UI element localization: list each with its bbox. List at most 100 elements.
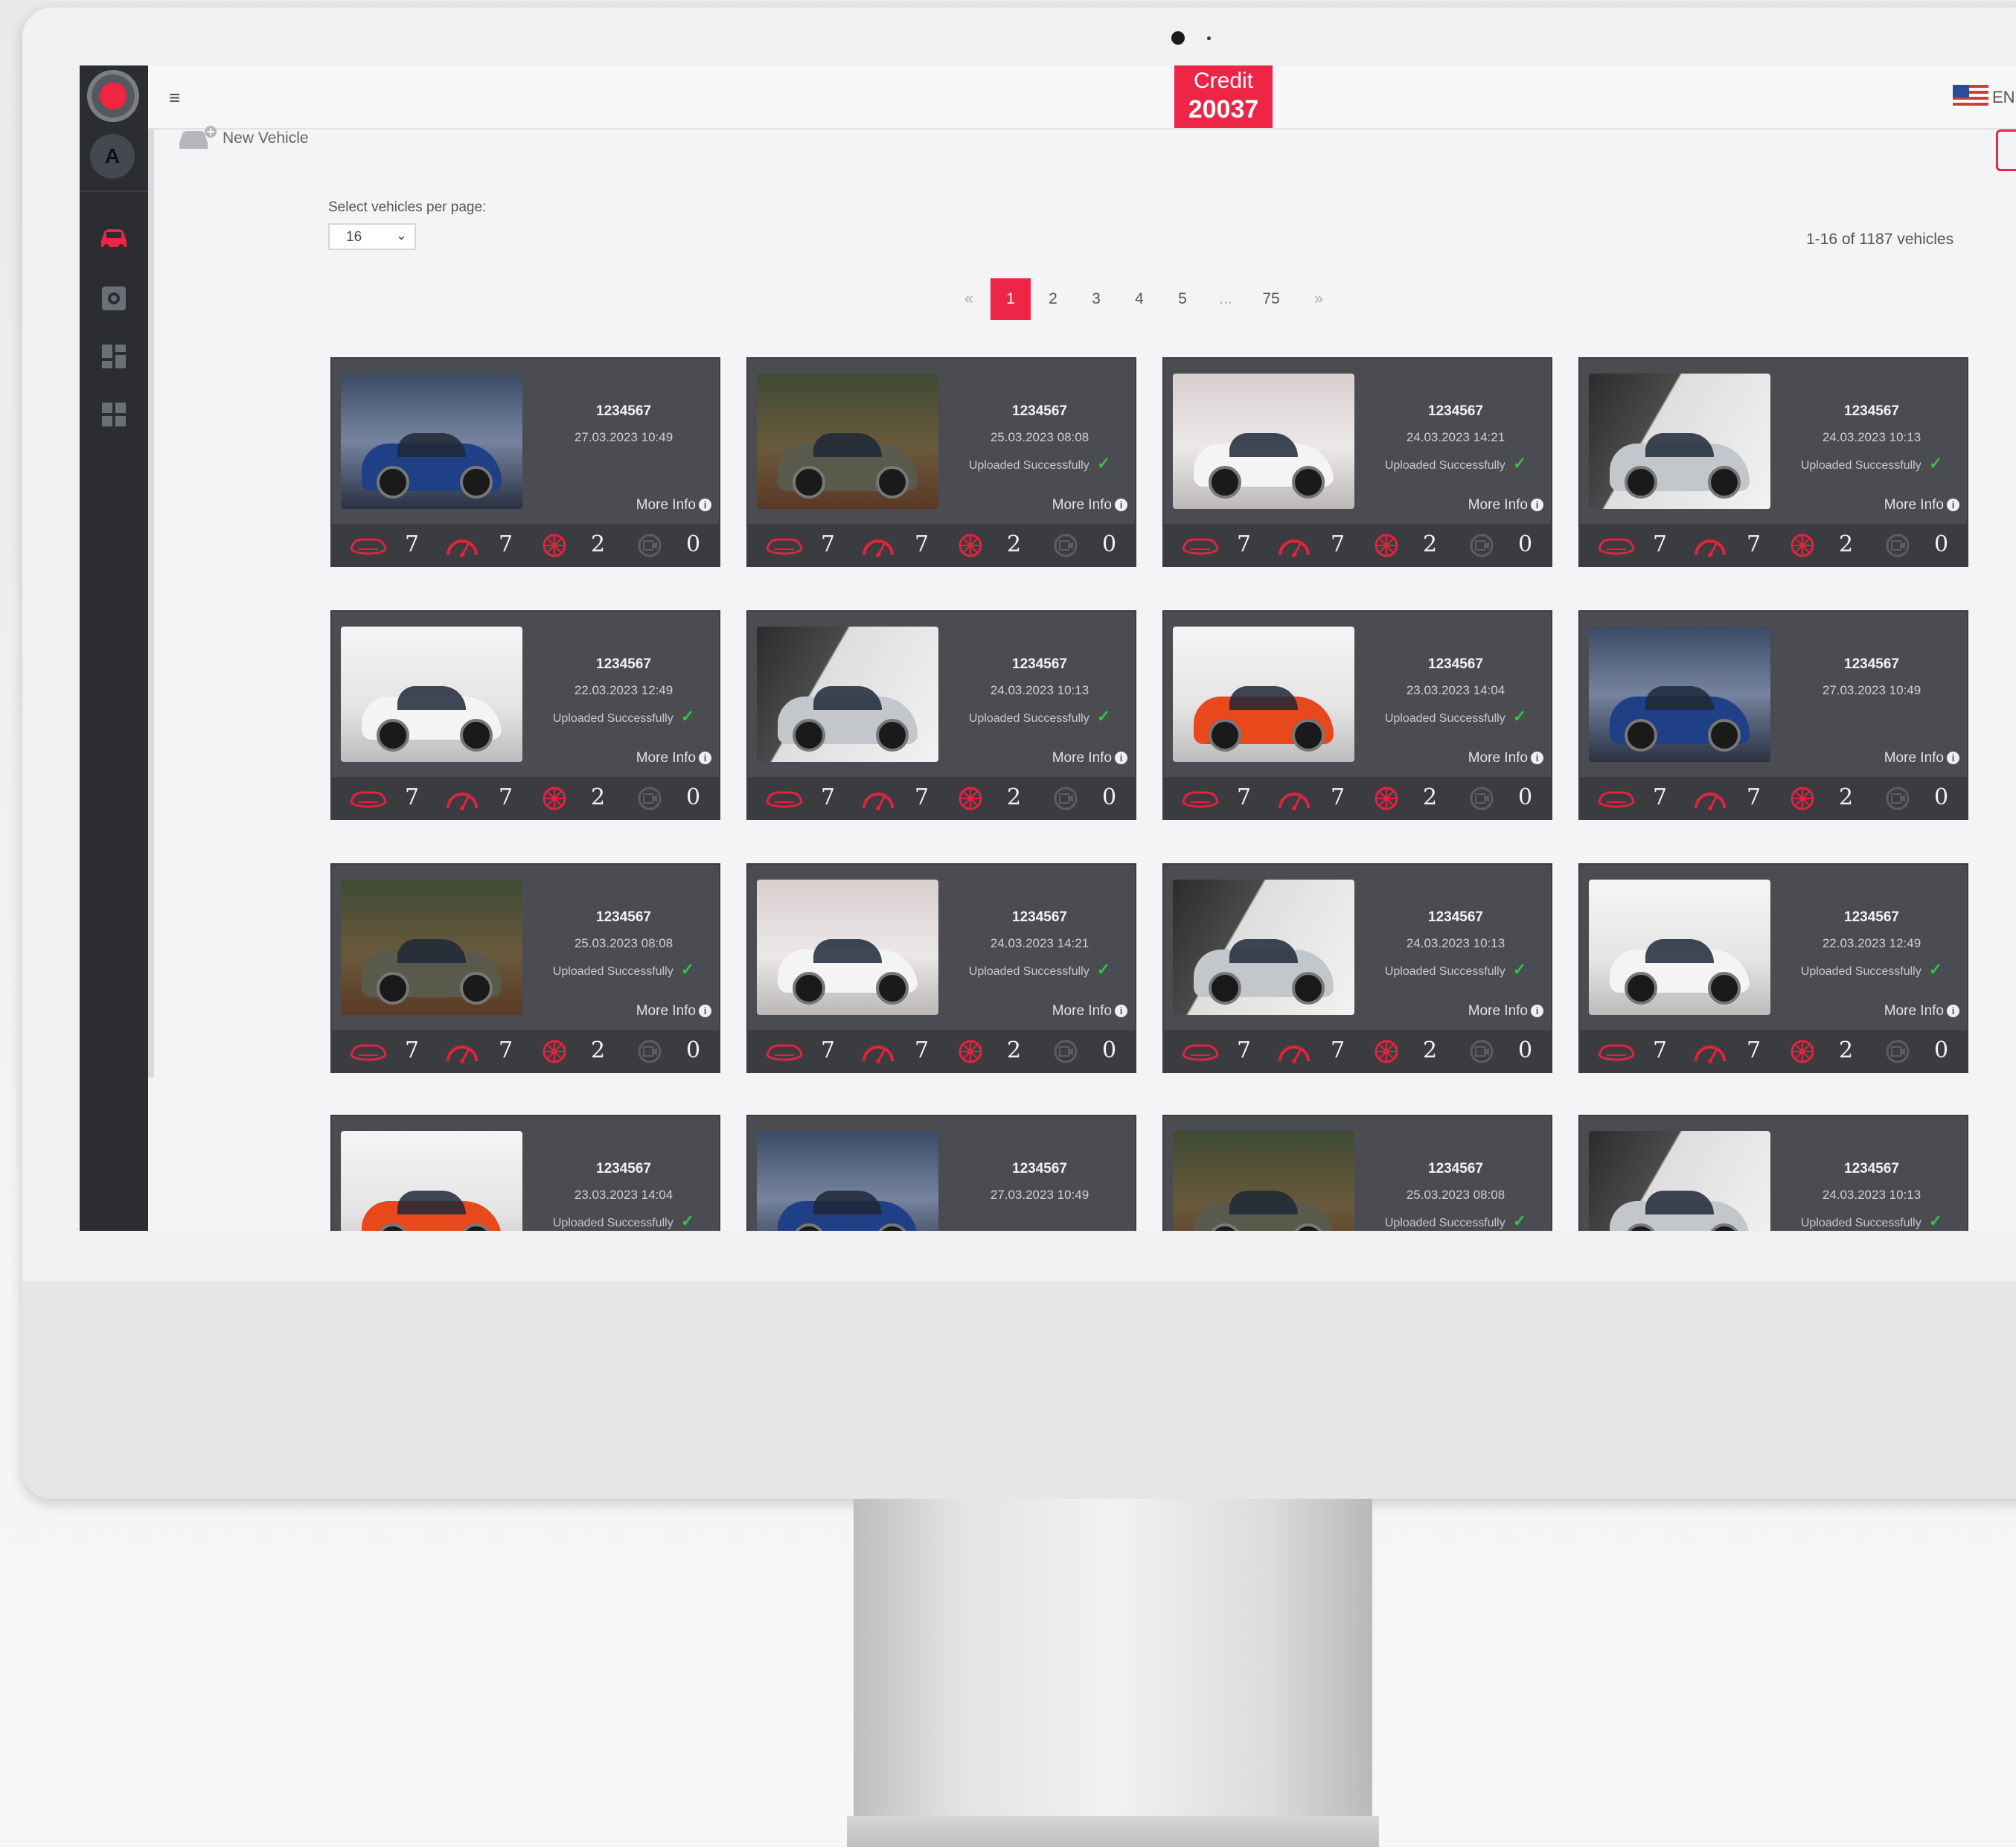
menu-toggle-icon[interactable]: ≡ xyxy=(169,86,180,109)
camera-icon[interactable] xyxy=(1046,533,1086,558)
more-info-link[interactable]: More Info i xyxy=(1052,1003,1127,1019)
camera-icon[interactable] xyxy=(1462,1039,1502,1064)
more-info-link[interactable]: More Info i xyxy=(1468,750,1543,766)
vehicle-card[interactable]: 1234567 25.03.2023 08:08 Uploaded Successf… xyxy=(330,863,720,1073)
wheel-icon[interactable] xyxy=(950,1039,991,1064)
car-damage-icon[interactable] xyxy=(348,786,388,811)
vehicle-photo[interactable] xyxy=(757,880,938,1015)
vehicle-photo[interactable] xyxy=(757,1131,938,1231)
wheel-icon[interactable] xyxy=(1782,1039,1823,1064)
camera-icon[interactable] xyxy=(1878,533,1918,558)
speedometer-icon[interactable] xyxy=(1690,1039,1730,1064)
camera-icon[interactable] xyxy=(1046,786,1086,811)
wheel-icon[interactable] xyxy=(1366,1039,1407,1064)
vehicle-card[interactable]: 1234567 24.03.2023 10:13 Uploaded Successf… xyxy=(1578,357,1968,567)
wheel-icon[interactable] xyxy=(534,786,575,811)
vehicle-photo[interactable] xyxy=(757,627,938,762)
vehicle-card[interactable]: 1234567 27.03.2023 10:49 xyxy=(746,1115,1136,1231)
vehicle-photo[interactable] xyxy=(1589,1131,1770,1231)
more-info-link[interactable]: More Info i xyxy=(636,1003,711,1019)
speedometer-icon[interactable] xyxy=(442,786,482,811)
us-flag-icon[interactable] xyxy=(1953,85,1988,109)
vehicle-card[interactable]: 1234567 24.03.2023 10:13 Uploaded Successf… xyxy=(746,610,1136,820)
per-page-select[interactable]: 16 ⌄ xyxy=(328,223,416,250)
vehicle-photo[interactable] xyxy=(1173,374,1354,509)
car-damage-icon[interactable] xyxy=(764,533,804,558)
speedometer-icon[interactable] xyxy=(1274,786,1314,811)
more-info-link[interactable]: More Info i xyxy=(1468,1003,1543,1019)
pagination-page[interactable]: 1 xyxy=(991,278,1031,320)
camera-icon[interactable] xyxy=(1878,1039,1918,1064)
car-damage-icon[interactable] xyxy=(1596,1039,1636,1064)
vehicle-card[interactable]: 1234567 24.03.2023 10:13 Uploaded Successf… xyxy=(1162,863,1552,1073)
vehicle-photo[interactable] xyxy=(1589,880,1770,1015)
vehicle-card[interactable]: 1234567 27.03.2023 10:49 More Info i 7 7 2 0 xyxy=(1578,610,1968,820)
speedometer-icon[interactable] xyxy=(1274,533,1314,558)
car-damage-icon[interactable] xyxy=(1596,786,1636,811)
speedometer-icon[interactable] xyxy=(442,1039,482,1064)
vehicle-card[interactable]: 1234567 24.03.2023 14:21 Uploaded Successf… xyxy=(746,863,1136,1073)
more-info-link[interactable]: More Info i xyxy=(1468,497,1543,513)
car-damage-icon[interactable] xyxy=(764,1039,804,1064)
vehicle-card[interactable]: 1234567 25.03.2023 08:08 Uploaded Successf… xyxy=(746,357,1136,567)
vehicle-card[interactable]: 1234567 22.03.2023 12:49 Uploaded Successf… xyxy=(1578,863,1968,1073)
vehicle-card[interactable]: 1234567 24.03.2023 14:21 Uploaded Successf… xyxy=(1162,357,1552,567)
car-damage-icon[interactable] xyxy=(764,786,804,811)
car-damage-icon[interactable] xyxy=(1180,786,1220,811)
wheel-icon[interactable] xyxy=(1782,786,1823,811)
edge-action-button[interactable] xyxy=(1996,129,2016,171)
pagination-page[interactable]: 75 xyxy=(1254,278,1288,320)
pagination-page[interactable]: 5 xyxy=(1169,278,1196,320)
widgets-icon[interactable] xyxy=(97,397,131,432)
more-info-link[interactable]: More Info i xyxy=(1052,750,1127,766)
speedometer-icon[interactable] xyxy=(858,533,898,558)
car-damage-icon[interactable] xyxy=(1596,533,1636,558)
car-damage-icon[interactable] xyxy=(348,1039,388,1064)
vehicle-photo[interactable] xyxy=(1173,627,1354,762)
vehicle-photo[interactable] xyxy=(341,880,522,1015)
car-damage-icon[interactable] xyxy=(1180,533,1220,558)
app-logo[interactable] xyxy=(87,70,139,122)
settings-icon[interactable] xyxy=(97,281,131,316)
wheel-icon[interactable] xyxy=(1366,533,1407,558)
more-info-link[interactable]: More Info i xyxy=(636,750,711,766)
camera-icon[interactable] xyxy=(630,786,670,811)
more-info-link[interactable]: More Info i xyxy=(1884,497,1959,513)
car-damage-icon[interactable] xyxy=(348,533,388,558)
more-info-link[interactable]: More Info i xyxy=(1052,497,1127,513)
vehicle-card[interactable]: 1234567 25.03.2023 08:08 Uploaded Successf… xyxy=(1162,1115,1552,1231)
vehicle-photo[interactable] xyxy=(757,374,938,509)
vehicle-photo[interactable] xyxy=(1173,1131,1354,1231)
speedometer-icon[interactable] xyxy=(858,1039,898,1064)
wheel-icon[interactable] xyxy=(1366,786,1407,811)
more-info-link[interactable]: More Info i xyxy=(1884,1003,1959,1019)
vehicles-icon[interactable] xyxy=(97,220,131,255)
wheel-icon[interactable] xyxy=(950,786,991,811)
speedometer-icon[interactable] xyxy=(858,786,898,811)
wheel-icon[interactable] xyxy=(534,533,575,558)
camera-icon[interactable] xyxy=(1878,786,1918,811)
dashboard-icon[interactable] xyxy=(97,339,131,374)
wheel-icon[interactable] xyxy=(534,1039,575,1064)
pagination-page[interactable]: 2 xyxy=(1040,278,1066,320)
vehicle-photo[interactable] xyxy=(1173,880,1354,1015)
vehicle-photo[interactable] xyxy=(341,627,522,762)
car-damage-icon[interactable] xyxy=(1180,1039,1220,1064)
speedometer-icon[interactable] xyxy=(1690,786,1730,811)
vehicle-card[interactable]: 1234567 27.03.2023 10:49 More Info i 7 7 2 0 xyxy=(330,357,720,567)
camera-icon[interactable] xyxy=(630,533,670,558)
language-selector[interactable]: EN xyxy=(1992,88,2015,107)
wheel-icon[interactable] xyxy=(1782,533,1823,558)
vehicle-card[interactable]: 1234567 23.03.2023 14:04 Uploaded Successf… xyxy=(1162,610,1552,820)
camera-icon[interactable] xyxy=(1046,1039,1086,1064)
more-info-link[interactable]: More Info i xyxy=(636,497,711,513)
wheel-icon[interactable] xyxy=(950,533,991,558)
pagination-prev[interactable]: « xyxy=(958,278,980,320)
more-info-link[interactable]: More Info i xyxy=(1884,750,1959,766)
pagination-page[interactable]: 4 xyxy=(1126,278,1153,320)
speedometer-icon[interactable] xyxy=(1690,533,1730,558)
vehicle-photo[interactable] xyxy=(1589,627,1770,762)
speedometer-icon[interactable] xyxy=(1274,1039,1314,1064)
vehicle-photo[interactable] xyxy=(341,1131,522,1231)
vehicle-photo[interactable] xyxy=(341,374,522,509)
